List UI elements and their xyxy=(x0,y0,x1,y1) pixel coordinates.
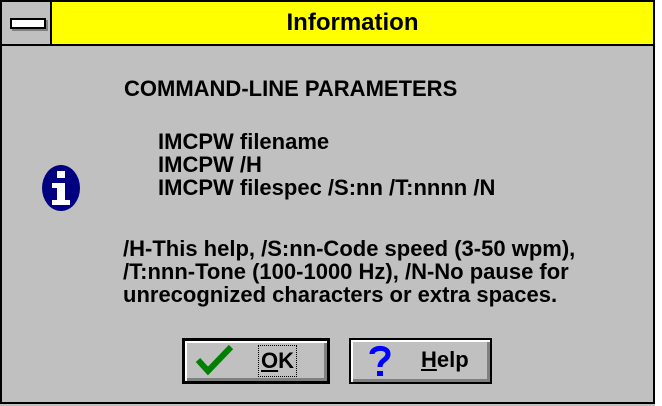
system-menu-icon xyxy=(10,18,46,29)
description-line-2: unrecognized characters or extra spaces. xyxy=(123,282,558,307)
question-mark-icon xyxy=(369,345,391,376)
desktop-background xyxy=(655,0,662,406)
help-button[interactable]: Help xyxy=(349,338,492,384)
command-line-0: IMCPW filename xyxy=(158,129,330,154)
command-line-2: IMCPW filespec /S:nn /T:nnnn /N xyxy=(158,175,496,200)
help-label-rest: elp xyxy=(436,347,469,372)
help-button-label: Help xyxy=(421,340,469,380)
description-line-1: /T:nnn-Tone (100-1000 Hz), /N-No pause f… xyxy=(123,259,569,284)
ok-button-label: OK xyxy=(257,345,298,377)
info-icon xyxy=(42,165,80,211)
window-title: Information xyxy=(286,9,419,36)
message-heading: COMMAND-LINE PARAMETERS xyxy=(124,76,458,101)
help-mnemonic: H xyxy=(421,347,437,372)
title-bar[interactable]: Information xyxy=(2,2,653,46)
command-line-1: IMCPW /H xyxy=(158,152,262,177)
information-dialog: Information COMMAND-LINE PARAMETERS IMCP… xyxy=(0,0,655,404)
ok-button[interactable]: OK xyxy=(182,338,330,384)
checkmark-icon xyxy=(195,344,234,376)
description-line-0: /H-This help, /S:nn-Code speed (3-50 wpm… xyxy=(123,236,576,261)
system-menu-button[interactable] xyxy=(2,2,52,44)
ok-label-rest: K xyxy=(278,348,295,373)
ok-mnemonic: O xyxy=(261,348,279,373)
